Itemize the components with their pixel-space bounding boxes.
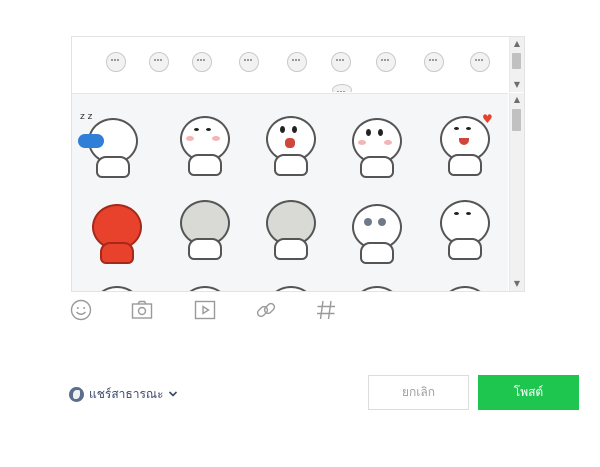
sticker-eye	[454, 127, 459, 130]
chevron-down-icon	[169, 391, 178, 397]
sticker-body	[100, 242, 134, 264]
sticker-drool	[78, 134, 104, 148]
sticker-set-thumb[interactable]	[424, 52, 444, 72]
sticker-blush	[384, 140, 392, 145]
scroll-thumb[interactable]	[512, 53, 521, 69]
sticker-set-thumb[interactable]	[192, 52, 212, 72]
sticker-set-thumb[interactable]	[239, 52, 259, 72]
sticker-body	[274, 238, 308, 260]
sticker-partial[interactable]	[432, 280, 496, 291]
privacy-selector[interactable]: แชร์สาธารณะ	[69, 384, 178, 404]
camera-icon[interactable]	[130, 298, 154, 322]
sticker-blush	[212, 136, 220, 141]
sticker-body	[274, 154, 308, 176]
sticker-body	[96, 156, 130, 178]
sticker-sparkle[interactable]	[344, 112, 408, 178]
sticker-blush	[358, 140, 366, 145]
sticker-set-thumb[interactable]	[106, 52, 126, 72]
sticker-eye	[466, 127, 471, 130]
sticker-partial[interactable]	[344, 280, 408, 291]
sticker-eye	[206, 128, 211, 131]
sticker-body	[360, 156, 394, 178]
sticker-body	[448, 238, 482, 260]
sticker-body	[360, 242, 394, 264]
scroll-down-icon[interactable]: ▼	[510, 277, 524, 291]
sticker-set-thumb[interactable]	[287, 52, 307, 72]
sticker-panel: ▲ ▼ z z ♥ ▲ ▼	[71, 36, 525, 292]
hashtag-icon[interactable]	[314, 298, 338, 322]
sticker-face	[92, 286, 142, 291]
cancel-button[interactable]: ยกเลิก	[368, 375, 469, 410]
heart-icon: ♥	[482, 112, 493, 126]
sticker-love[interactable]: ♥	[432, 110, 496, 176]
sticker-eye	[466, 212, 471, 215]
post-button[interactable]: โพสต์	[478, 375, 579, 410]
sticker-wince[interactable]	[172, 110, 236, 176]
sticker-set-thumb[interactable]	[470, 52, 490, 72]
sticker-eye	[366, 129, 371, 136]
sticker-crying[interactable]	[258, 110, 322, 176]
scroll-up-icon[interactable]: ▲	[510, 37, 524, 51]
sticker-face	[266, 286, 316, 291]
sticker-eye	[292, 126, 297, 133]
sticker-scrollbar[interactable]: ▲ ▼	[509, 93, 524, 291]
sticker-mouth	[285, 138, 295, 148]
sticker-set-tabs	[72, 37, 508, 92]
sticker-partial[interactable]	[172, 280, 236, 291]
sticker-eye	[364, 218, 372, 226]
sticker-face	[180, 286, 230, 291]
sticker-sleepy[interactable]: z z	[78, 112, 144, 178]
sticker-giggle[interactable]	[432, 194, 496, 260]
sticker-partial[interactable]	[258, 280, 322, 291]
sticker-blush	[186, 136, 194, 141]
smiley-icon[interactable]	[69, 298, 93, 322]
sticker-body	[188, 238, 222, 260]
sticker-face	[440, 286, 490, 291]
sticker-partial[interactable]	[84, 280, 148, 291]
sticker-set-thumb[interactable]	[149, 52, 169, 72]
sticker-eye	[194, 128, 199, 131]
sticker-set-thumb[interactable]	[332, 84, 352, 92]
sticker-eye	[378, 218, 386, 226]
sticker-rain[interactable]	[344, 198, 408, 264]
thumbs-scrollbar[interactable]: ▲ ▼	[509, 37, 524, 92]
video-icon[interactable]	[193, 298, 217, 322]
zzz-icon: z z	[80, 112, 93, 122]
globe-icon	[69, 386, 84, 402]
sticker-body	[448, 154, 482, 176]
sticker-angry[interactable]	[84, 198, 148, 264]
sticker-shocked[interactable]	[258, 194, 322, 260]
sticker-grid: z z ♥	[72, 93, 508, 291]
sticker-set-thumb[interactable]	[376, 52, 396, 72]
sticker-eye	[454, 212, 459, 215]
sticker-face	[352, 286, 402, 291]
scroll-down-icon[interactable]: ▼	[510, 78, 524, 92]
sticker-eye	[378, 129, 383, 136]
sticker-eye	[280, 126, 285, 133]
scroll-thumb[interactable]	[512, 109, 521, 131]
scroll-up-icon[interactable]: ▲	[510, 93, 524, 107]
link-icon[interactable]	[254, 298, 278, 322]
sticker-set-thumb[interactable]	[331, 52, 351, 72]
privacy-label: แชร์สาธารณะ	[89, 386, 164, 401]
sticker-pointing[interactable]	[172, 194, 236, 260]
sticker-body	[188, 154, 222, 176]
